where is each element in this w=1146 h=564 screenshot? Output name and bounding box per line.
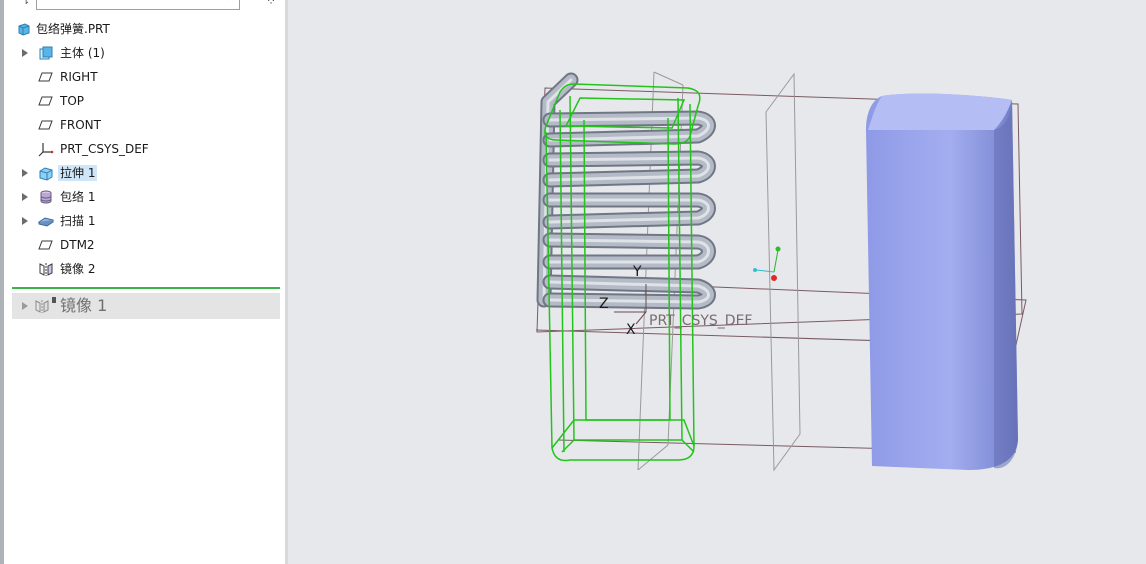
tree-item-extrude[interactable]: 拉伸 1	[10, 162, 280, 184]
tree-item-dtm2[interactable]: DTM2	[10, 234, 280, 256]
mirror-icon	[39, 263, 53, 276]
tree-item-label: PRT_CSYS_DEF	[60, 142, 149, 156]
suppressed-marker-icon	[52, 297, 56, 303]
tree-item-mirror-2[interactable]: 镜像 2	[10, 258, 280, 280]
datum-plane-icon	[38, 240, 53, 250]
datum-plane-icon	[38, 72, 53, 82]
tree-item-body[interactable]: 主体 (1)	[10, 42, 280, 64]
spring-sweep[interactable]	[536, 72, 716, 310]
tree-item-right[interactable]: RIGHT	[10, 66, 280, 88]
expand-arrow-icon[interactable]	[20, 295, 30, 317]
datum-plane-icon	[38, 120, 53, 130]
tree-item-wrap[interactable]: 包络 1	[10, 186, 280, 208]
csys-name-label: PRT_CSYS_DEF	[649, 313, 753, 329]
mirror-icon	[35, 300, 49, 313]
csys-y-label: Y	[633, 264, 642, 280]
mirrored-solid-block[interactable]	[866, 93, 1018, 470]
tree-root[interactable]: 包络弹簧.PRT	[10, 18, 280, 40]
expand-arrow-icon[interactable]	[20, 186, 30, 208]
tree-item-label: DTM2	[60, 238, 95, 252]
body-icon	[39, 46, 53, 60]
datum-plane-icon	[38, 96, 53, 106]
extrude-icon	[39, 167, 53, 181]
wrap-icon	[40, 190, 52, 204]
clear-search-icon[interactable]: ✕	[227, 0, 235, 4]
tree-item-label: 镜像 1	[60, 296, 108, 315]
tree-item-top[interactable]: TOP	[10, 90, 280, 112]
tree-item-label: RIGHT	[60, 70, 98, 84]
expand-arrow-icon[interactable]	[20, 210, 30, 232]
expand-arrow-icon[interactable]	[20, 42, 30, 64]
tree-item-label: FRONT	[60, 118, 101, 132]
tree-item-sweep[interactable]: 扫描 1	[10, 210, 280, 232]
part-icon	[18, 23, 30, 36]
search-input[interactable]: ✕	[36, 0, 240, 10]
sweep-icon	[38, 217, 54, 227]
tree-item-label: 包络 1	[60, 190, 96, 204]
model-tree-panel: ⇂ ✕ ⁘ 包络弹簧.PRT 主体 (1) RIGHT TOP	[4, 0, 285, 564]
expand-arrow-icon[interactable]	[20, 162, 30, 184]
tree-item-label: 拉伸 1	[58, 165, 98, 181]
tree-item-label: TOP	[60, 94, 85, 108]
filter-icon[interactable]: ⇂	[22, 0, 30, 7]
csys-z-label: Z	[599, 296, 609, 312]
tree-item-front[interactable]: FRONT	[10, 114, 280, 136]
settings-icon[interactable]: ⁘	[266, 0, 276, 8]
tree-item-label: 主体 (1)	[60, 46, 105, 60]
tree-item-mirror-1-suppressed[interactable]: 镜像 1	[12, 293, 280, 319]
csys-x-label: X	[626, 322, 636, 338]
insert-here-line[interactable]	[12, 287, 280, 289]
tree-item-csys[interactable]: PRT_CSYS_DEF	[10, 138, 280, 160]
tree-root-label: 包络弹簧.PRT	[36, 22, 110, 36]
csys-icon	[38, 143, 54, 157]
model-scene[interactable]	[288, 0, 1146, 564]
tree-item-label: 扫描 1	[60, 214, 96, 228]
graphics-viewport[interactable]: Y Z X PRT_CSYS_DEF	[288, 0, 1146, 564]
view-triad-icon	[753, 246, 781, 281]
tree-item-label: 镜像 2	[60, 262, 96, 276]
